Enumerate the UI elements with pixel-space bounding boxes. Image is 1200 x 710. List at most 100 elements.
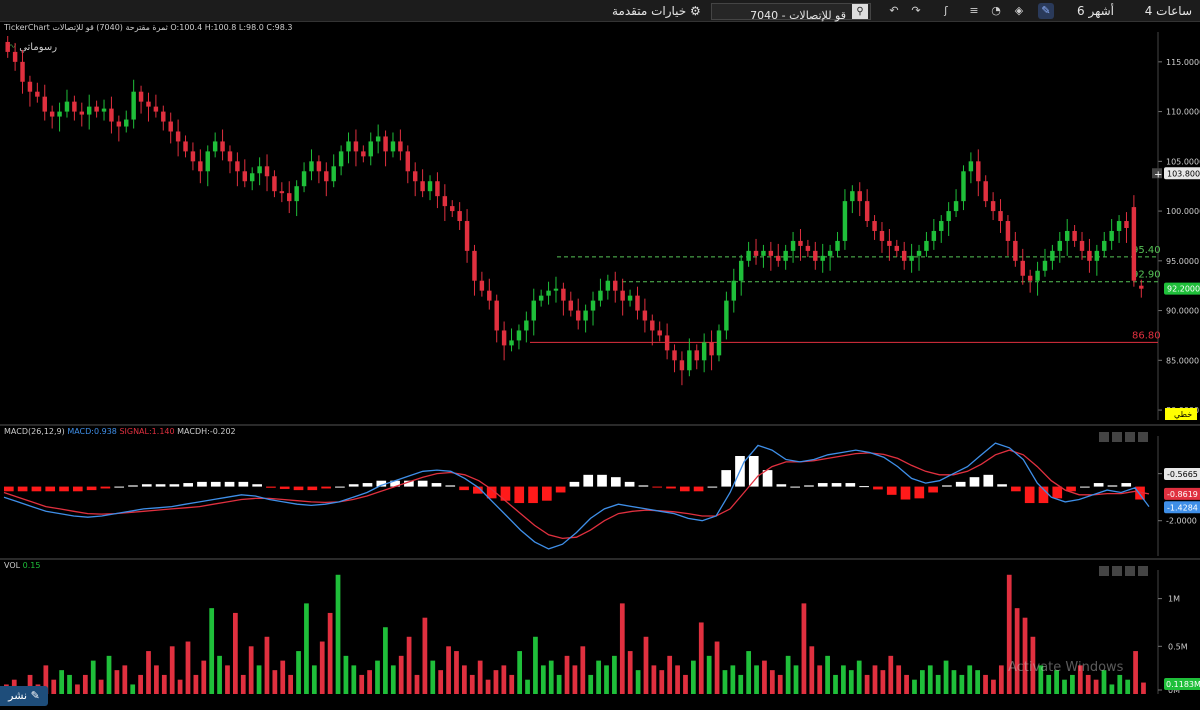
macd-histogram-bar xyxy=(4,486,14,492)
candle-body xyxy=(86,106,92,115)
volume-bar xyxy=(1085,674,1091,694)
volume-bar xyxy=(98,679,104,694)
macd-y-tick-label: -2.0000 xyxy=(1166,517,1197,526)
volume-bar xyxy=(691,660,696,694)
volume-bar xyxy=(619,603,625,694)
volume-bar xyxy=(161,674,167,694)
price-y-tick-label: 100.0000 xyxy=(1166,207,1200,216)
macd-histogram-bar xyxy=(969,477,980,487)
volume-bar xyxy=(683,674,688,694)
volume-bar xyxy=(967,665,973,694)
panel-maximize-icon[interactable] xyxy=(1112,566,1122,576)
volume-bar xyxy=(390,665,396,694)
volume-panel[interactable]: 1M0.5M0M0.1183M xyxy=(4,570,1200,694)
volume-bar xyxy=(801,603,807,694)
volume-bar xyxy=(888,655,894,694)
candle-body xyxy=(501,330,507,346)
candle-body xyxy=(220,141,225,152)
volume-bar xyxy=(82,674,88,694)
price-panel[interactable]: 115.0000 110.0000 105.0000 100.0000 95.0000 9… xyxy=(5,32,1200,420)
volume-bar xyxy=(383,627,388,694)
macd-histogram-bar xyxy=(900,486,911,500)
panel-minimize-icon[interactable] xyxy=(1099,432,1109,442)
macd-histogram-bar xyxy=(293,486,304,491)
candle-body xyxy=(1057,240,1063,251)
volume-bar xyxy=(975,670,981,694)
macd-histogram-bar xyxy=(721,470,732,487)
macd-histogram-bar xyxy=(928,486,938,493)
macd-histogram-bar xyxy=(514,486,525,504)
candle-body xyxy=(420,181,425,192)
publish-button[interactable]: نشر ✎ xyxy=(0,686,48,706)
volume-bar xyxy=(209,608,215,694)
candle-body xyxy=(49,111,55,117)
volume-bar xyxy=(146,651,151,694)
candle-body xyxy=(324,171,329,182)
volume-bar xyxy=(1141,682,1146,694)
macd-histogram-bar xyxy=(238,481,249,487)
macd-histogram-bar xyxy=(528,486,538,504)
candle-body xyxy=(1020,260,1025,276)
candle-body xyxy=(605,280,611,291)
volume-bar xyxy=(193,674,199,694)
price-y-tick-label: 90.0000 xyxy=(1166,307,1199,316)
volume-panel-buttons xyxy=(1096,561,1148,580)
panel-settings-icon[interactable] xyxy=(1125,566,1135,576)
candle-body xyxy=(294,186,299,202)
macd-tag-signal: -0.8619 xyxy=(1164,487,1200,500)
candle-body xyxy=(850,191,855,202)
volume-bar xyxy=(627,651,633,694)
panel-maximize-icon[interactable] xyxy=(1112,432,1122,442)
macd-histogram-bar xyxy=(321,486,331,489)
volume-bar xyxy=(185,641,191,694)
volume-value: 0.15 xyxy=(22,561,41,570)
volume-bar xyxy=(754,665,759,694)
chart-canvas[interactable]: 115.0000 110.0000 105.0000 100.0000 95.0000 9… xyxy=(0,0,1200,694)
candle-body xyxy=(524,320,529,331)
volume-bar xyxy=(825,655,830,694)
panel-minimize-icon[interactable] xyxy=(1099,566,1109,576)
signal-line xyxy=(3,449,1150,540)
volume-bar xyxy=(319,641,325,694)
candle-body xyxy=(124,119,129,127)
volume-bar xyxy=(714,641,720,694)
volume-bar xyxy=(943,660,949,694)
macd-histogram-bar xyxy=(362,483,373,487)
volume-bar xyxy=(51,679,57,694)
candle-body xyxy=(1042,260,1048,271)
volume-bar xyxy=(746,651,752,694)
volume-bar xyxy=(991,679,996,694)
candle-body xyxy=(650,320,655,331)
macd-histogram-bar xyxy=(445,485,456,487)
macd-separator[interactable] xyxy=(0,424,1200,426)
candle-body xyxy=(516,330,522,341)
panel-settings-icon[interactable] xyxy=(1125,432,1135,442)
macd-histogram-bar xyxy=(817,483,828,487)
macd-title: MACD(26,12,9) xyxy=(4,427,65,436)
volume-bar xyxy=(651,665,657,694)
macd-histogram-bar xyxy=(707,486,718,488)
macd-panel[interactable]: 0.0000-2.0000-0.5665-0.8619-1.4284 xyxy=(3,436,1200,556)
candle-body xyxy=(635,295,640,311)
macd-tag-hist-label: -0.5665 xyxy=(1167,470,1198,479)
candle-body xyxy=(738,260,744,281)
volume-bar xyxy=(1006,574,1012,694)
volume-bar xyxy=(375,660,380,694)
panel-close-icon[interactable] xyxy=(1138,566,1148,576)
volume-bar xyxy=(493,670,499,694)
plus-icon: + xyxy=(1154,169,1162,180)
price-y-tick-label: 110.0000 xyxy=(1166,108,1200,117)
price-y-tick-label: 115.0000 xyxy=(1166,58,1200,67)
panel-close-icon[interactable] xyxy=(1138,432,1148,442)
volume-bar xyxy=(256,665,262,694)
volume-bar xyxy=(698,622,704,694)
candle-body xyxy=(405,151,411,172)
volume-separator[interactable] xyxy=(0,558,1200,560)
price-tag-last: 92.2000 xyxy=(1164,282,1200,295)
candle-body xyxy=(257,166,262,174)
macd-histogram-bar xyxy=(266,486,276,488)
macd-histogram-bar xyxy=(859,486,869,488)
price-tag-last-label: 92.2000 xyxy=(1167,285,1200,294)
volume-bar xyxy=(896,665,902,694)
candle-body xyxy=(190,151,196,162)
